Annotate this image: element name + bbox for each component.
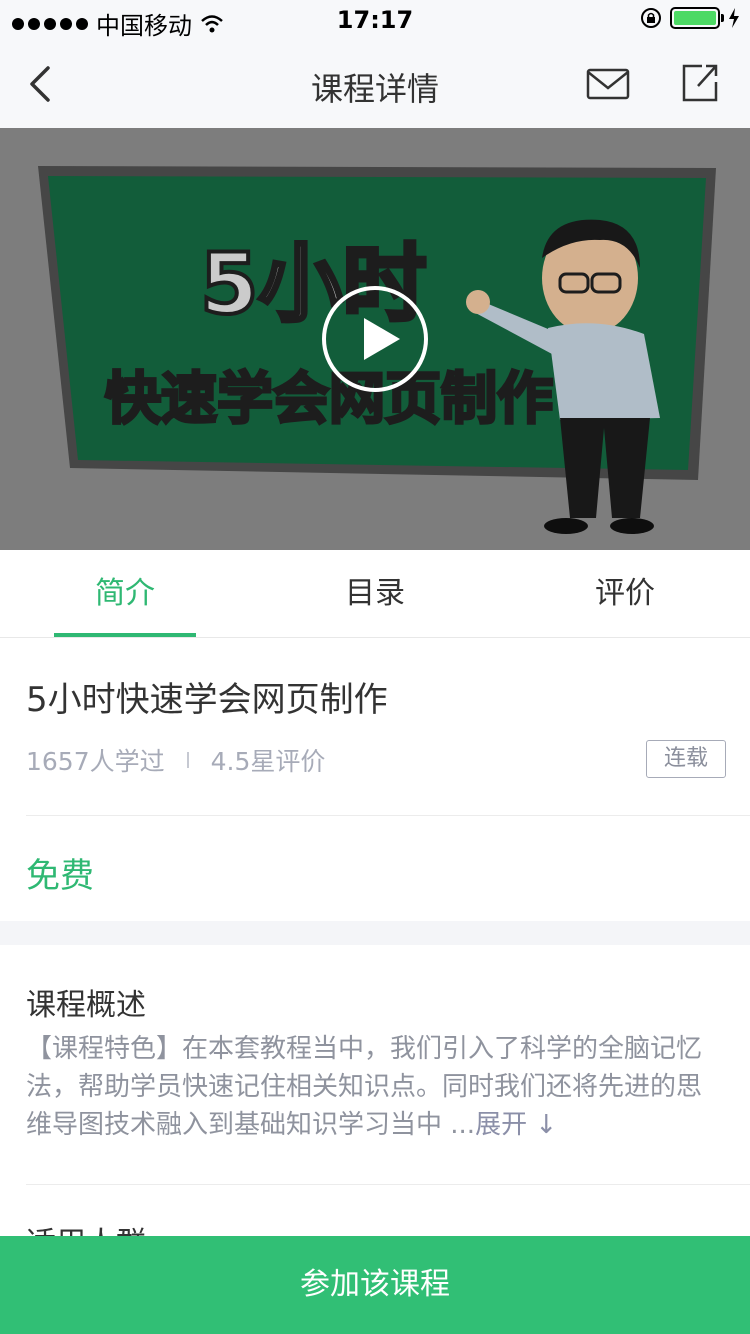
- tab-bar: 简介 目录 评价: [0, 550, 750, 638]
- battery-icon: [670, 7, 724, 29]
- course-price: 免费: [26, 856, 94, 896]
- tab-intro[interactable]: 简介: [0, 550, 250, 637]
- divider: [26, 1184, 750, 1185]
- overview-text: 【课程特色】在本套教程当中，我们引入了科学的全脑记忆法，帮助学员快速记住相关知识…: [26, 1030, 716, 1144]
- tab-reviews[interactable]: 评价: [500, 550, 750, 637]
- share-icon[interactable]: [680, 62, 720, 104]
- overview-heading: 课程概述: [26, 988, 146, 1023]
- rotation-lock-icon: [641, 8, 661, 28]
- course-title: 5小时快速学会网页制作: [26, 680, 388, 720]
- learner-count: 1657人学过: [26, 747, 165, 776]
- charging-icon: [729, 8, 739, 28]
- section-separator: [0, 921, 750, 945]
- navigation-bar: 课程详情: [0, 40, 750, 128]
- page-title: 课程详情: [310, 70, 439, 108]
- status-bar: 中国移动 17:17: [0, 0, 750, 40]
- play-button[interactable]: [322, 286, 428, 392]
- course-meta: 1657人学过 4.5星评价: [26, 742, 325, 778]
- clock: 17:17: [336, 6, 414, 34]
- status-right: [640, 7, 740, 29]
- expand-link[interactable]: 展开 ↓: [475, 1110, 557, 1140]
- join-course-button[interactable]: 参加该课程: [0, 1236, 750, 1334]
- overview-body: 【课程特色】在本套教程当中，我们引入了科学的全脑记忆法，帮助学员快速记住相关知识…: [26, 1034, 703, 1140]
- course-rating: 4.5星评价: [210, 747, 326, 776]
- status-badge: 连载: [646, 740, 726, 778]
- divider: [26, 815, 750, 816]
- meta-divider: [186, 752, 189, 768]
- tab-catalog[interactable]: 目录: [250, 550, 500, 637]
- course-video[interactable]: 5小时 快速学会网页制作: [0, 128, 750, 550]
- mail-icon[interactable]: [586, 64, 630, 104]
